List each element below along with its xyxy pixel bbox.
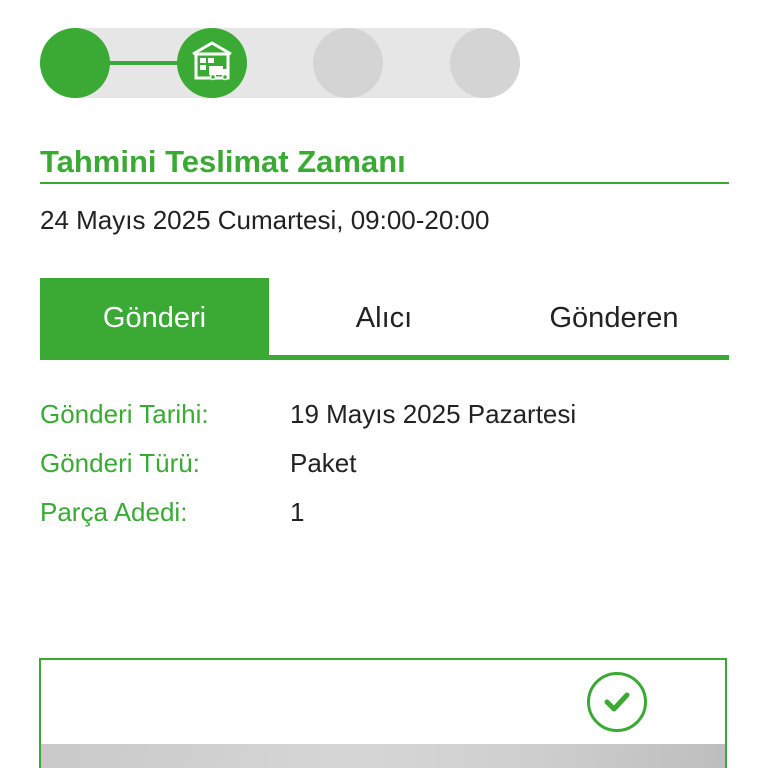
check-circle-icon: [587, 672, 647, 732]
warehouse-truck-icon: [187, 36, 237, 91]
progress-step-4-pending: [450, 28, 520, 98]
tab-recipient[interactable]: Alıcı: [269, 278, 499, 358]
tabs-underline: [40, 355, 729, 360]
shipment-tracking-page: Tahmini Teslimat Zamanı 24 Mayıs 2025 Cu…: [0, 0, 768, 768]
shipment-tabs: Gönderi Alıcı Gönderen: [40, 278, 729, 358]
detail-row-shipment-date: Gönderi Tarihi: 19 Mayıs 2025 Pazartesi: [40, 390, 729, 439]
detail-label: Gönderi Tarihi:: [40, 399, 209, 429]
detail-value: 19 Mayıs 2025 Pazartesi: [290, 399, 577, 429]
progress-step-1-completed: [40, 28, 110, 98]
tracking-status-card: [39, 658, 727, 768]
detail-label: Gönderi Türü:: [40, 448, 200, 478]
tab-shipment[interactable]: Gönderi: [40, 278, 269, 358]
shipment-details: Gönderi Tarihi: 19 Mayıs 2025 Pazartesi …: [40, 390, 729, 537]
tab-sender[interactable]: Gönderen: [499, 278, 729, 358]
detail-label: Parça Adedi:: [40, 497, 188, 527]
progress-step-2-current: [177, 28, 247, 98]
progress-step-3-pending: [313, 28, 383, 98]
shipment-progress-tracker: [40, 28, 520, 98]
detail-row-piece-count: Parça Adedi: 1: [40, 488, 729, 537]
card-image: [41, 744, 725, 768]
detail-value: Paket: [290, 448, 357, 478]
detail-value: 1: [290, 497, 305, 527]
detail-row-shipment-type: Gönderi Türü: Paket: [40, 439, 729, 488]
estimated-delivery-value: 24 Mayıs 2025 Cumartesi, 09:00-20:00: [40, 205, 490, 235]
title-divider: [40, 182, 729, 184]
estimated-delivery-title: Tahmini Teslimat Zamanı: [40, 144, 406, 179]
